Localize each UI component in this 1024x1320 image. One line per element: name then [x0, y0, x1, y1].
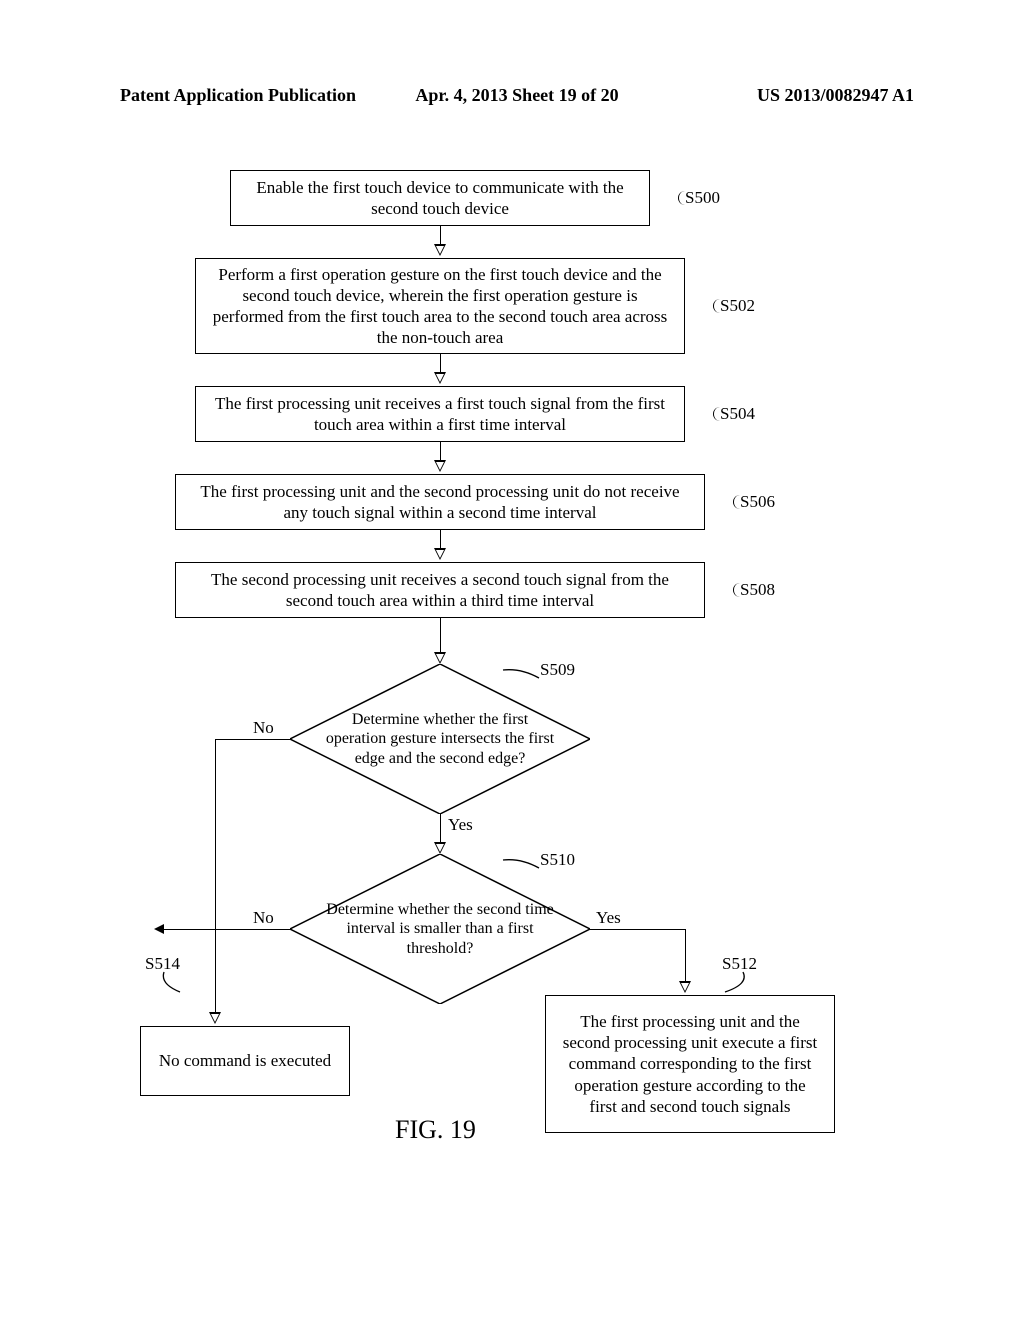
step-s508-box: The second processing unit receives a se…	[175, 562, 705, 618]
patent-page: Patent Application Publication Apr. 4, 2…	[0, 0, 1024, 1320]
arrowhead-3	[434, 460, 446, 472]
step-s508-ref: S508	[733, 580, 775, 600]
arrowhead-6	[434, 842, 446, 854]
step-s500-ref: S500	[678, 188, 720, 208]
step-s500-box: Enable the first touch device to communi…	[230, 170, 650, 226]
s509-leader	[501, 668, 541, 688]
s510-yes-h	[590, 929, 685, 930]
step-s504-box: The first processing unit receives a fir…	[195, 386, 685, 442]
arrowhead-2	[434, 372, 446, 384]
s510-leader	[501, 858, 541, 878]
step-s514-box: No command is executed	[140, 1026, 350, 1096]
arrowhead-8	[679, 981, 691, 993]
arrowhead-1	[434, 244, 446, 256]
step-s510-ref: S510	[540, 850, 575, 870]
step-s502-ref: S502	[713, 296, 755, 316]
s510-no-label: No	[253, 908, 274, 928]
step-s509-ref: S509	[540, 660, 575, 680]
decision-s510: Determine whether the second time interv…	[290, 854, 590, 1004]
step-s506-ref: S506	[733, 492, 775, 512]
arrowhead-no-merge	[154, 924, 164, 934]
s510-no-h	[163, 929, 290, 930]
page-header: Patent Application Publication Apr. 4, 2…	[120, 85, 914, 106]
step-s506-box: The first processing unit and the second…	[175, 474, 705, 530]
s510-yes-label: Yes	[596, 908, 621, 928]
step-s508-text: The second processing unit receives a se…	[190, 569, 690, 612]
arrowhead-4	[434, 548, 446, 560]
s509-no-label: No	[253, 718, 274, 738]
s510-yes-v	[685, 929, 686, 989]
step-s506-text: The first processing unit and the second…	[190, 481, 690, 524]
step-s502-text: Perform a first operation gesture on the…	[210, 264, 670, 349]
left-vertical	[215, 739, 216, 1014]
s514-leader	[160, 970, 200, 994]
arrowhead-5	[434, 652, 446, 664]
step-s502-box: Perform a first operation gesture on the…	[195, 258, 685, 354]
s509-yes-label: Yes	[448, 815, 473, 835]
decision-s510-text: Determine whether the second time interv…	[290, 854, 590, 1004]
decision-s509-text: Determine whether the first operation ge…	[290, 664, 590, 814]
step-s500-text: Enable the first touch device to communi…	[245, 177, 635, 220]
s512-leader	[715, 970, 755, 994]
s509-no-h	[215, 739, 290, 740]
step-s514-text: No command is executed	[159, 1050, 331, 1071]
step-s512-text: The first processing unit and the second…	[560, 1011, 820, 1117]
step-s512-box: The first processing unit and the second…	[545, 995, 835, 1133]
step-s504-ref: S504	[713, 404, 755, 424]
header-center: Apr. 4, 2013 Sheet 19 of 20	[120, 85, 914, 106]
decision-s509: Determine whether the first operation ge…	[290, 664, 590, 814]
step-s504-text: The first processing unit receives a fir…	[210, 393, 670, 436]
figure-caption: FIG. 19	[395, 1115, 476, 1145]
